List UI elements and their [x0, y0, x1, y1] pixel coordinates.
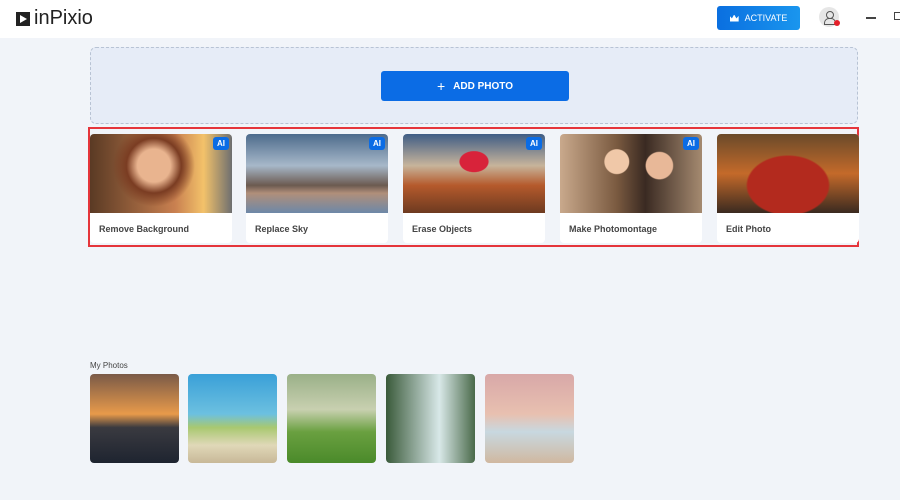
activate-button[interactable]: ACTIVATE — [717, 6, 800, 30]
tool-card-edit-photo[interactable]: Edit Photo — [717, 134, 859, 243]
crown-icon — [729, 14, 739, 22]
app-name: inPixio — [34, 7, 93, 29]
tool-image — [403, 134, 545, 213]
photo-thumbnail-van[interactable] — [188, 374, 277, 463]
add-photo-button[interactable]: + ADD PHOTO — [381, 71, 569, 101]
ai-badge: AI — [683, 137, 699, 150]
photo-thumbnail-bicycle[interactable] — [485, 374, 574, 463]
minimize-button[interactable] — [866, 17, 876, 19]
tool-image — [717, 134, 859, 213]
ai-badge: AI — [369, 137, 385, 150]
tool-image — [560, 134, 702, 213]
tool-card-replace-sky[interactable]: AI Replace Sky — [246, 134, 388, 243]
photo-thumbnail-sailboat[interactable] — [90, 374, 179, 463]
tool-label: Replace Sky — [255, 224, 309, 234]
ai-badge: AI — [213, 137, 229, 150]
tool-label: Remove Background — [99, 224, 190, 234]
photo-drop-zone[interactable]: + ADD PHOTO — [90, 47, 858, 124]
my-photos-heading: My Photos — [90, 361, 128, 370]
tool-card-erase-objects[interactable]: AI Erase Objects — [403, 134, 545, 243]
tool-label: Edit Photo — [726, 224, 771, 234]
restore-button[interactable] — [894, 12, 900, 20]
top-bar: inPixio ACTIVATE — [0, 0, 900, 38]
ai-badge: AI — [526, 137, 542, 150]
tool-image — [90, 134, 232, 213]
plus-icon: + — [436, 78, 446, 94]
tool-card-make-photomontage[interactable]: AI Make Photomontage — [560, 134, 702, 243]
photo-thumbnail-kids[interactable] — [287, 374, 376, 463]
add-photo-label: ADD PHOTO — [453, 80, 513, 92]
notification-dot — [834, 20, 840, 26]
app-logo: inPixio — [16, 7, 93, 30]
tool-label: Erase Objects — [412, 224, 473, 234]
play-logo-icon — [16, 11, 30, 26]
activate-label: ACTIVATE — [744, 13, 788, 23]
tool-image — [246, 134, 388, 213]
photo-thumbnail-waterfall[interactable] — [386, 374, 475, 463]
tool-label: Make Photomontage — [569, 224, 658, 234]
tool-card-remove-background[interactable]: AI Remove Background — [90, 134, 232, 243]
